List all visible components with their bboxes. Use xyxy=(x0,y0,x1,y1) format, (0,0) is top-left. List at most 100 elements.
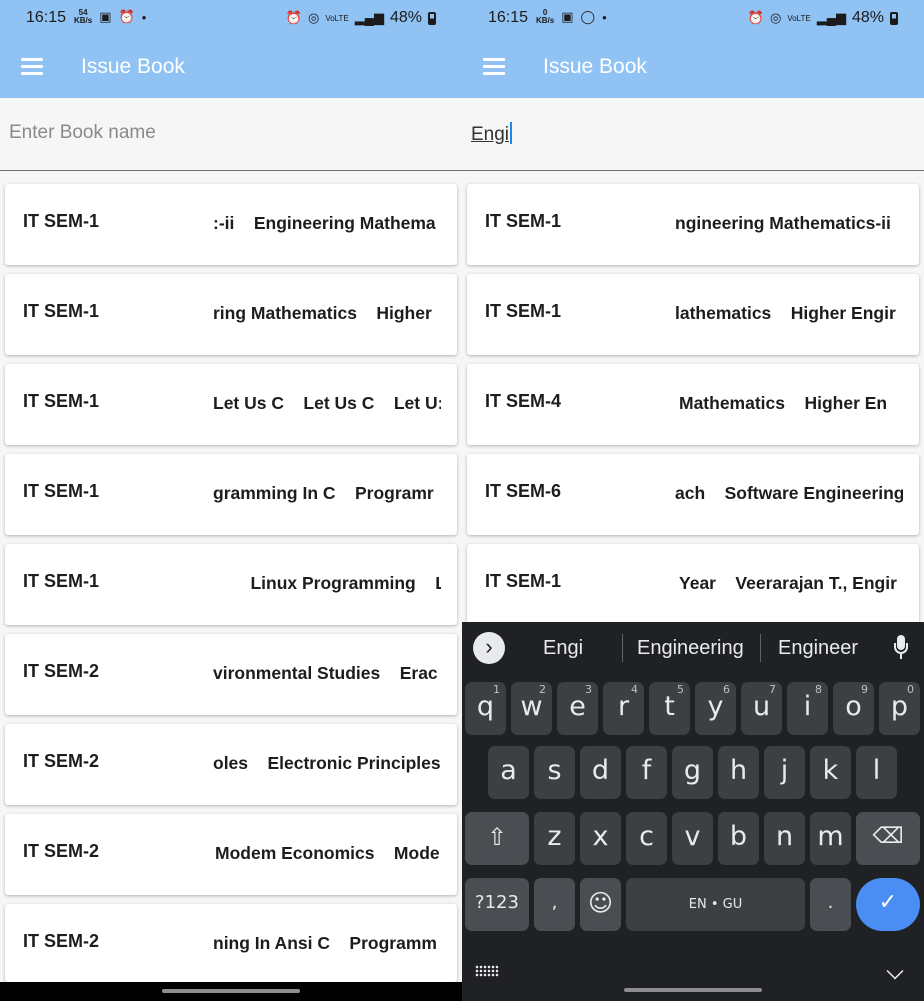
key-a[interactable]: a xyxy=(488,746,529,799)
divider xyxy=(622,634,623,662)
book-titles-scroll[interactable]: ach Software Engineering xyxy=(675,483,903,504)
divider xyxy=(760,634,761,662)
key-r[interactable]: r4 xyxy=(603,682,644,735)
key-j[interactable]: j xyxy=(764,746,805,799)
key-m[interactable]: m xyxy=(810,812,851,865)
net-speed-indicator: 54 KB/s xyxy=(74,8,93,25)
whatsapp-icon: ◯ xyxy=(580,9,596,24)
key-y[interactable]: y6 xyxy=(695,682,736,735)
alarm-icon: ⏰ xyxy=(285,10,302,25)
alarm-icon: ⏰ xyxy=(118,9,135,24)
key-s[interactable]: s xyxy=(534,746,575,799)
gallery-icon: ▣ xyxy=(99,9,112,24)
book-semester: IT SEM-2 xyxy=(23,751,100,771)
suggestion-word[interactable]: Engineer xyxy=(778,637,858,660)
battery-percent: 48% xyxy=(389,9,422,26)
book-card[interactable]: IT SEM-1 gramming In C Programr xyxy=(5,454,457,535)
key-c[interactable]: c xyxy=(626,812,667,865)
hamburger-menu-icon[interactable] xyxy=(21,58,43,75)
book-search-input[interactable]: Engi xyxy=(471,122,513,146)
key-l[interactable]: l xyxy=(856,746,897,799)
key-e[interactable]: e3 xyxy=(557,682,598,735)
key-q[interactable]: q1 xyxy=(465,682,506,735)
key-v[interactable]: v xyxy=(672,812,713,865)
book-titles-scroll[interactable]: lathematics Higher Engir xyxy=(675,303,896,324)
book-semester: IT SEM-2 xyxy=(23,931,100,951)
book-card[interactable]: IT SEM-2 Modem Economics Mode xyxy=(5,814,457,895)
book-card[interactable]: IT SEM-1 Year Veerarajan T., Engir xyxy=(467,544,919,625)
home-gesture-bar[interactable] xyxy=(162,989,300,993)
key-x[interactable]: x xyxy=(580,812,621,865)
page-title: Issue Book xyxy=(81,55,185,78)
book-titles-scroll[interactable]: oles Electronic Principles xyxy=(213,753,441,774)
book-titles-scroll[interactable]: vironmental Studies Erac xyxy=(213,663,438,684)
book-card[interactable]: IT SEM-1 :-ii Engineering Mathema xyxy=(5,184,457,265)
book-semester: IT SEM-2 xyxy=(23,841,100,861)
emoji-icon[interactable]: ☺ xyxy=(580,878,621,931)
shift-icon[interactable]: ⇧ xyxy=(465,812,529,865)
battery-icon xyxy=(428,11,436,25)
period-key[interactable]: . xyxy=(810,878,851,931)
symbols-key[interactable]: ?123 xyxy=(465,878,529,931)
suggestion-word[interactable]: Engi xyxy=(543,637,583,660)
key-g[interactable]: g xyxy=(672,746,713,799)
home-gesture-bar[interactable] xyxy=(624,988,762,992)
key-p[interactable]: p0 xyxy=(879,682,920,735)
key-w[interactable]: w2 xyxy=(511,682,552,735)
book-card[interactable]: IT SEM-1 lathematics Higher Engir xyxy=(467,274,919,355)
suggestion-word[interactable]: Engineering xyxy=(637,637,744,660)
net-speed-indicator: 0 KB/s xyxy=(536,8,555,25)
key-b[interactable]: b xyxy=(718,812,759,865)
battery-icon xyxy=(890,11,898,25)
keyboard-grid-icon[interactable] xyxy=(475,965,499,977)
book-titles-scroll[interactable]: Let Us C Let Us C Let U: xyxy=(213,393,441,414)
book-card[interactable]: IT SEM-1 ngineering Mathematics-ii xyxy=(467,184,919,265)
microphone-icon[interactable] xyxy=(893,635,909,663)
comma-key[interactable]: , xyxy=(534,878,575,931)
book-semester: IT SEM-1 xyxy=(23,211,100,231)
key-h[interactable]: h xyxy=(718,746,759,799)
chevron-right-icon[interactable]: › xyxy=(473,632,505,664)
key-u[interactable]: u7 xyxy=(741,682,782,735)
book-titles-scroll[interactable]: gramming In C Programr xyxy=(213,483,434,504)
book-card[interactable]: IT SEM-1 Linux Programming Lir xyxy=(5,544,457,625)
key-n[interactable]: n xyxy=(764,812,805,865)
signal-icon: ▂▄▆ xyxy=(816,10,846,25)
key-z[interactable]: z xyxy=(534,812,575,865)
book-search-input[interactable] xyxy=(9,122,449,144)
volte-icon: VoLTE xyxy=(787,13,811,23)
space-bar[interactable]: EN • GU xyxy=(626,878,805,931)
chevron-down-icon[interactable] xyxy=(886,962,904,980)
book-card[interactable]: IT SEM-2 vironmental Studies Erac xyxy=(5,634,457,715)
book-semester: IT SEM-1 xyxy=(23,391,100,411)
book-card[interactable]: IT SEM-2 ning In Ansi C Programm xyxy=(5,904,457,982)
book-titles-scroll[interactable]: ring Mathematics Higher xyxy=(213,303,432,324)
book-titles-scroll[interactable]: Modem Economics Mode xyxy=(215,843,440,864)
book-card[interactable]: IT SEM-4 Mathematics Higher En xyxy=(467,364,919,445)
gallery-icon: ▣ xyxy=(561,9,574,24)
key-d[interactable]: d xyxy=(580,746,621,799)
hotspot-icon: ◎ xyxy=(307,10,320,25)
book-card[interactable]: IT SEM-1 ring Mathematics Higher xyxy=(5,274,457,355)
key-f[interactable]: f xyxy=(626,746,667,799)
book-card[interactable]: IT SEM-1 Let Us C Let Us C Let U: xyxy=(5,364,457,445)
hamburger-menu-icon[interactable] xyxy=(483,58,505,75)
book-titles-scroll[interactable]: ngineering Mathematics-ii xyxy=(675,213,891,234)
backspace-icon[interactable]: ⌫ xyxy=(856,812,920,865)
key-t[interactable]: t5 xyxy=(649,682,690,735)
book-titles-scroll[interactable]: Linux Programming Lir xyxy=(231,573,441,594)
suggestion-strip: › Engi Engineering Engineer xyxy=(462,622,924,674)
search-field-container xyxy=(0,98,462,171)
book-titles-scroll[interactable]: Mathematics Higher En xyxy=(679,393,887,414)
book-card[interactable]: IT SEM-6 ach Software Engineering xyxy=(467,454,919,535)
key-o[interactable]: o9 xyxy=(833,682,874,735)
book-titles-scroll[interactable]: :-ii Engineering Mathema xyxy=(213,213,436,234)
dot-icon: • xyxy=(141,9,147,25)
key-i[interactable]: i8 xyxy=(787,682,828,735)
book-semester: IT SEM-1 xyxy=(485,211,562,231)
enter-check-icon[interactable]: ✓ xyxy=(856,878,920,931)
book-titles-scroll[interactable]: ning In Ansi C Programm xyxy=(213,933,437,954)
key-k[interactable]: k xyxy=(810,746,851,799)
book-titles-scroll[interactable]: Year Veerarajan T., Engir xyxy=(679,573,897,594)
book-card[interactable]: IT SEM-2 oles Electronic Principles xyxy=(5,724,457,805)
